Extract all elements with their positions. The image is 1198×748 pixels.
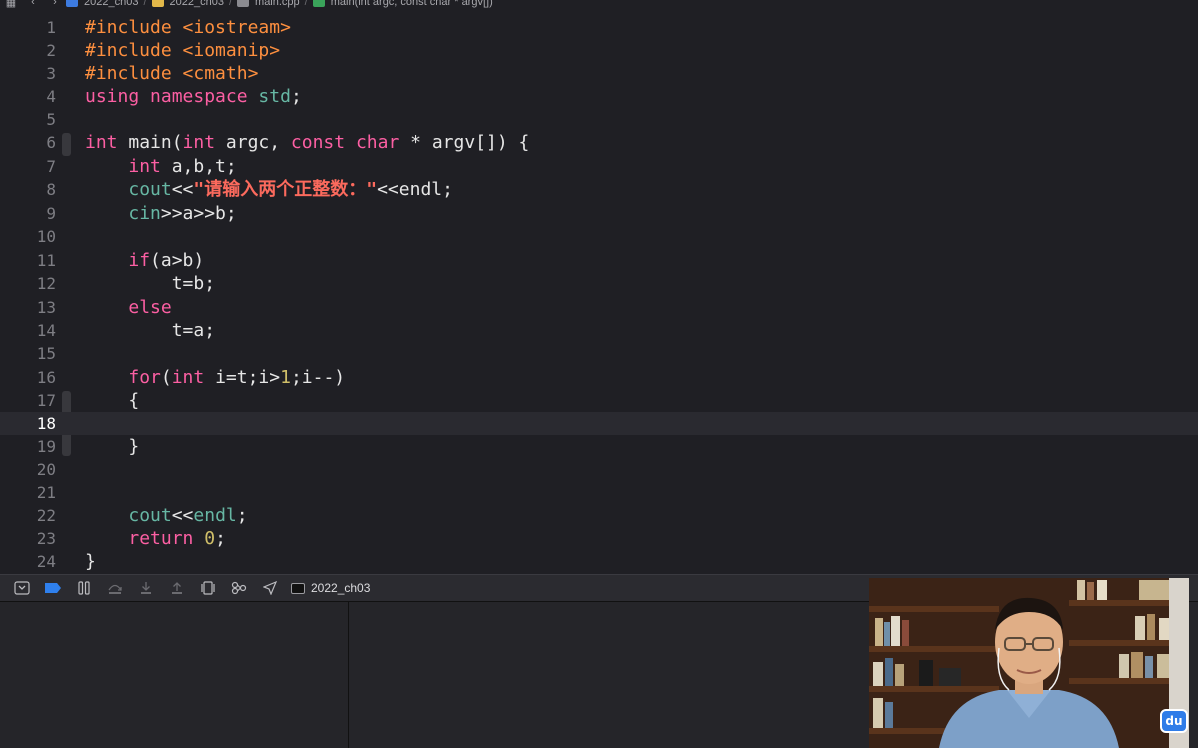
breadcrumb-project[interactable]: 2022_ch03 — [84, 0, 138, 8]
line-number[interactable]: 6 — [0, 133, 56, 152]
variables-view[interactable] — [0, 602, 349, 748]
related-items-icon[interactable]: ▦ — [0, 0, 22, 9]
code-line-16[interactable]: for(int i=t;i>1;i--) — [85, 366, 345, 389]
line-number[interactable]: 13 — [0, 298, 56, 317]
code-line-9[interactable]: cin>>a>>b; — [85, 202, 236, 225]
breadcrumb-separator: / — [228, 0, 233, 8]
code-line-11[interactable]: if(a>b) — [85, 249, 204, 272]
line-number[interactable]: 17 — [0, 391, 56, 410]
forward-icon[interactable]: › — [44, 0, 66, 8]
function-icon — [312, 0, 325, 7]
code-line-22[interactable]: cout<<endl; — [85, 504, 247, 527]
code-line-2[interactable]: #include <iomanip> — [85, 39, 280, 62]
line-number[interactable]: 9 — [0, 204, 56, 223]
line-number[interactable]: 2 — [0, 41, 56, 60]
line-number[interactable]: 14 — [0, 321, 56, 340]
code-line-19[interactable]: } — [85, 435, 139, 458]
line-number[interactable]: 8 — [0, 180, 56, 199]
code-line-24[interactable]: } — [85, 550, 96, 573]
breadcrumb-group[interactable]: 2022_ch03 — [170, 0, 224, 8]
code-line-8[interactable]: cout<<"请输入两个正整数："<<endl; — [85, 178, 453, 201]
project-icon — [66, 0, 78, 7]
back-icon[interactable]: ‹ — [22, 0, 44, 8]
breadcrumb-symbol[interactable]: main(int argc, const char * argv[]) — [331, 0, 493, 8]
code-line-23[interactable]: return 0; — [85, 527, 226, 550]
line-number[interactable]: 10 — [0, 227, 56, 246]
pause-icon[interactable] — [68, 577, 99, 599]
code-line-12[interactable]: t=b; — [85, 272, 215, 295]
code-line-3[interactable]: #include <cmath> — [85, 62, 258, 85]
step-into-icon[interactable] — [130, 577, 161, 599]
presenter-webcam — [869, 578, 1189, 748]
du-logo-icon: du — [1160, 709, 1188, 733]
breadcrumb-separator: / — [143, 0, 147, 8]
line-number[interactable]: 11 — [0, 251, 56, 270]
terminal-icon — [291, 582, 305, 594]
code-line-4[interactable]: using namespace std; — [85, 85, 302, 108]
scheme-label: 2022_ch03 — [311, 581, 371, 595]
line-number[interactable]: 15 — [0, 344, 56, 363]
line-number[interactable]: 22 — [0, 506, 56, 525]
jump-bar: ▦ ‹ › 2022_ch03 / 2022_ch03 / main.cpp /… — [0, 0, 1198, 14]
badge-text: du — [1165, 714, 1183, 728]
code-line-6[interactable]: int main(int argc, const char * argv[]) … — [85, 131, 529, 154]
line-number[interactable]: 7 — [0, 157, 56, 176]
line-number[interactable]: 23 — [0, 529, 56, 548]
view-debugger-icon[interactable] — [192, 577, 223, 599]
code-line-7[interactable]: int a,b,t; — [85, 155, 236, 178]
line-number-current[interactable]: 18 — [0, 414, 56, 433]
line-number[interactable]: 5 — [0, 110, 56, 129]
scheme-target[interactable]: 2022_ch03 — [291, 581, 370, 595]
line-number[interactable]: 12 — [0, 274, 56, 293]
line-number[interactable]: 19 — [0, 437, 56, 456]
line-number[interactable]: 24 — [0, 552, 56, 571]
console-view[interactable] — [350, 602, 869, 748]
code-line-14[interactable]: t=a; — [85, 319, 215, 342]
folder-icon — [151, 0, 164, 7]
breadcrumb-file[interactable]: main.cpp — [255, 0, 300, 8]
line-number[interactable]: 4 — [0, 87, 56, 106]
line-number[interactable]: 21 — [0, 483, 56, 502]
code-line-1[interactable]: #include <iostream> — [85, 16, 291, 39]
step-out-icon[interactable] — [161, 577, 192, 599]
memory-graph-icon[interactable] — [223, 577, 254, 599]
presenter-photo — [869, 578, 1189, 748]
hide-debug-area-icon[interactable] — [6, 577, 37, 599]
line-number[interactable]: 1 — [0, 18, 56, 37]
breakpoints-icon[interactable] — [37, 577, 68, 599]
location-icon[interactable] — [254, 577, 285, 599]
code-line-17[interactable]: { — [85, 389, 139, 412]
cpp-file-icon — [237, 0, 250, 7]
line-number[interactable]: 3 — [0, 64, 56, 83]
code-line-13[interactable]: else — [85, 296, 171, 319]
step-over-icon[interactable] — [99, 577, 130, 599]
source-editor[interactable]: 1 2 3 4 5 6 7 8 9 10 11 12 13 14 15 16 1… — [0, 14, 1198, 574]
breadcrumb-separator: / — [304, 0, 308, 8]
line-number[interactable]: 16 — [0, 368, 56, 387]
line-number[interactable]: 20 — [0, 460, 56, 479]
